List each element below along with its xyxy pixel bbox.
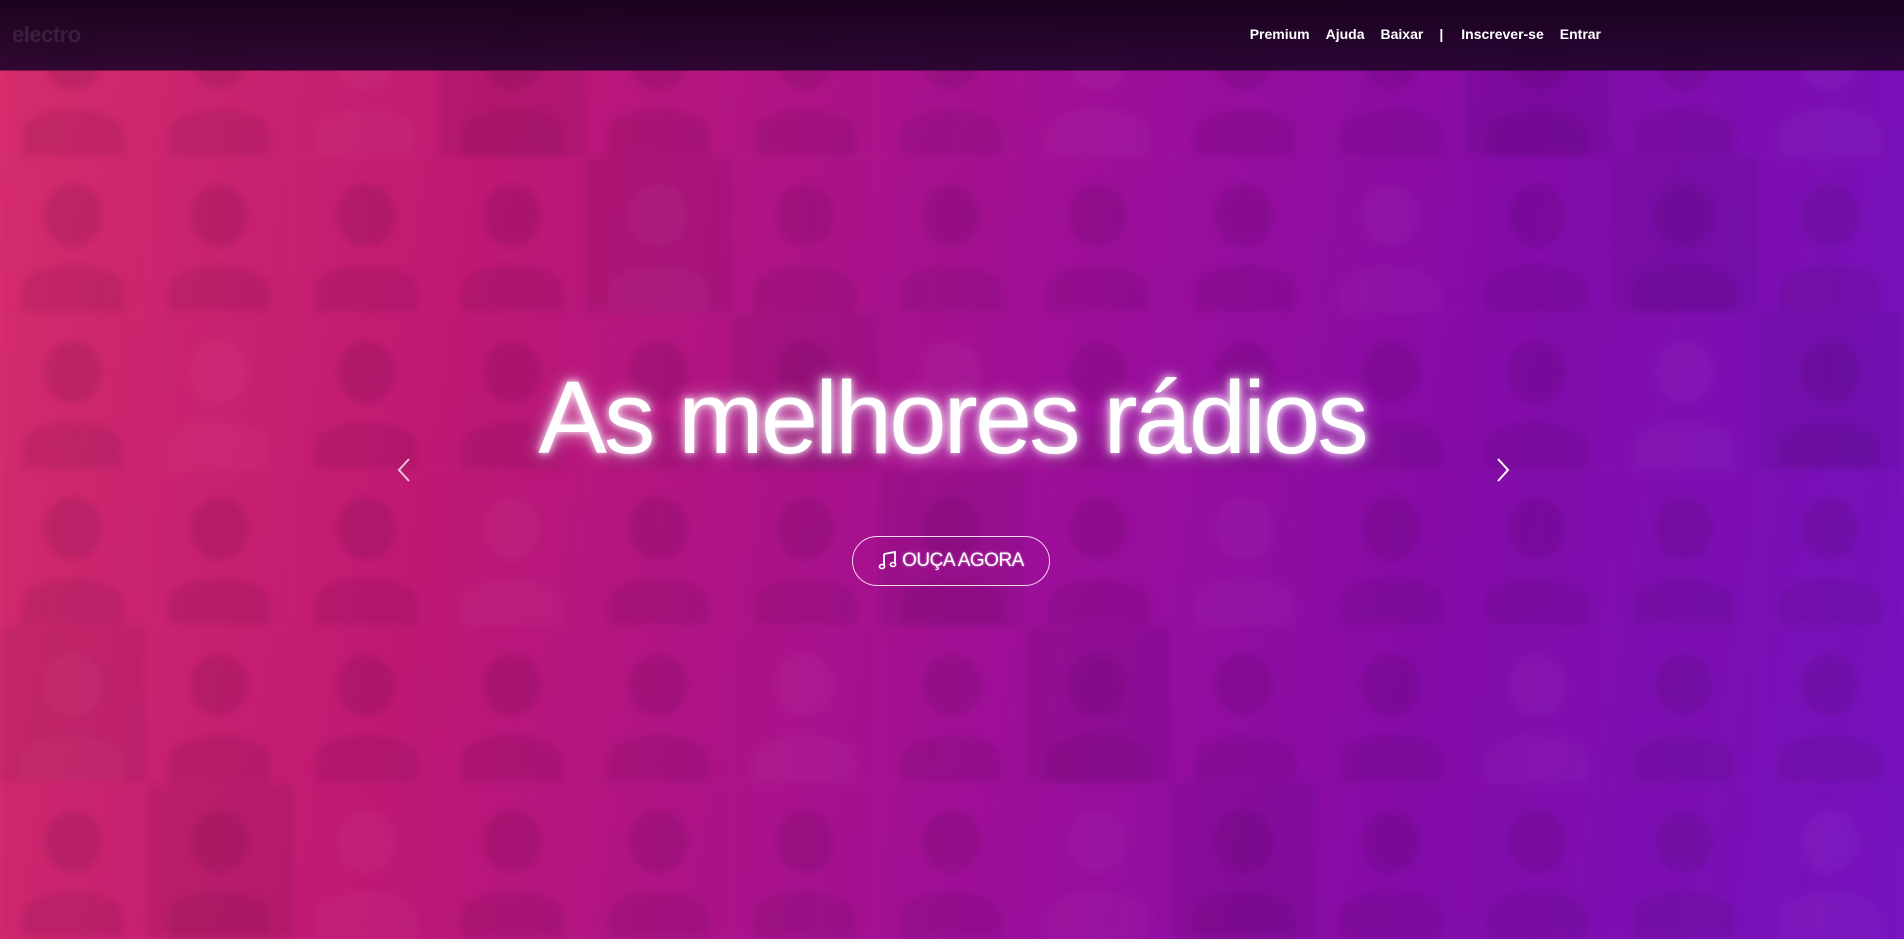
mosaic-tile (292, 782, 440, 939)
mosaic-tile (1318, 156, 1465, 313)
mosaic-tile (1757, 156, 1904, 313)
chevron-left-icon (397, 458, 410, 482)
nav-help-link[interactable]: Ajuda (1326, 26, 1365, 42)
mosaic-tile (1318, 782, 1465, 939)
carousel-next-button[interactable] (1490, 455, 1514, 485)
nav-login-link[interactable]: Entrar (1560, 26, 1601, 42)
mosaic-tile (732, 156, 879, 313)
mosaic-tile (585, 156, 733, 313)
mosaic-tile (439, 156, 586, 313)
mosaic-tile (1611, 626, 1758, 783)
mosaic-tile (1171, 782, 1319, 939)
mosaic-tile (0, 469, 147, 626)
music-note-icon (878, 551, 898, 571)
nav-separator: | (1439, 26, 1444, 42)
mosaic-tile (1611, 156, 1758, 313)
mosaic-tile (1025, 626, 1172, 783)
mosaic-tile (585, 469, 733, 626)
mosaic-tile (1025, 469, 1172, 626)
mosaic-tile (1464, 156, 1612, 313)
mosaic-tile (1171, 469, 1319, 626)
carousel-prev-button[interactable] (393, 455, 417, 485)
mosaic-tile (878, 782, 1026, 939)
mosaic-tile (878, 626, 1026, 783)
mosaic-tile (585, 782, 733, 939)
listen-now-button[interactable]: OUÇA AGORA (852, 536, 1050, 586)
mosaic-tile (1318, 469, 1465, 626)
mosaic-tile (585, 626, 733, 783)
mosaic-tile (292, 626, 440, 783)
mosaic-tile (146, 782, 293, 939)
logo-ghost: electro (12, 22, 81, 47)
mosaic-tile (439, 782, 586, 939)
mosaic-tile (0, 782, 147, 939)
mosaic-tile (1757, 626, 1904, 783)
page: electro Premium Ajuda Baixar | Inscrever… (0, 0, 1904, 939)
nav-signup-link[interactable]: Inscrever-se (1461, 26, 1544, 42)
listen-now-label: OUÇA AGORA (902, 550, 1024, 571)
mosaic-tile (146, 156, 293, 313)
mosaic-tile (0, 626, 147, 783)
mosaic-tile (1171, 626, 1319, 783)
top-navbar: electro Premium Ajuda Baixar | Inscrever… (0, 0, 1904, 70)
mosaic-tile (1171, 156, 1319, 313)
chevron-right-icon (1497, 458, 1510, 482)
mosaic-tile (732, 782, 879, 939)
mosaic-tile (878, 156, 1026, 313)
nav-premium-link[interactable]: Premium (1250, 26, 1310, 42)
mosaic-tile (439, 626, 586, 783)
mosaic-tile (0, 156, 147, 313)
hero-title: As melhores rádios (538, 360, 1369, 475)
mosaic-tile (1025, 782, 1172, 939)
mosaic-tile (1464, 782, 1612, 939)
mosaic-tile (1025, 156, 1172, 313)
mosaic-tile (1757, 782, 1904, 939)
mosaic-tile (1464, 469, 1612, 626)
mosaic-tile (1757, 469, 1904, 626)
mosaic-tile (732, 626, 879, 783)
mosaic-tile (292, 156, 440, 313)
header-nav: Premium Ajuda Baixar | Inscrever-se Entr… (1234, 26, 1601, 42)
mosaic-tile (146, 469, 293, 626)
mosaic-tile (1611, 782, 1758, 939)
mosaic-tile (146, 626, 293, 783)
mosaic-tile (439, 469, 586, 626)
mosaic-tile (1318, 626, 1465, 783)
nav-download-link[interactable]: Baixar (1381, 26, 1424, 42)
mosaic-tile (1611, 469, 1758, 626)
mosaic-tile (292, 469, 440, 626)
mosaic-tile (1464, 626, 1612, 783)
